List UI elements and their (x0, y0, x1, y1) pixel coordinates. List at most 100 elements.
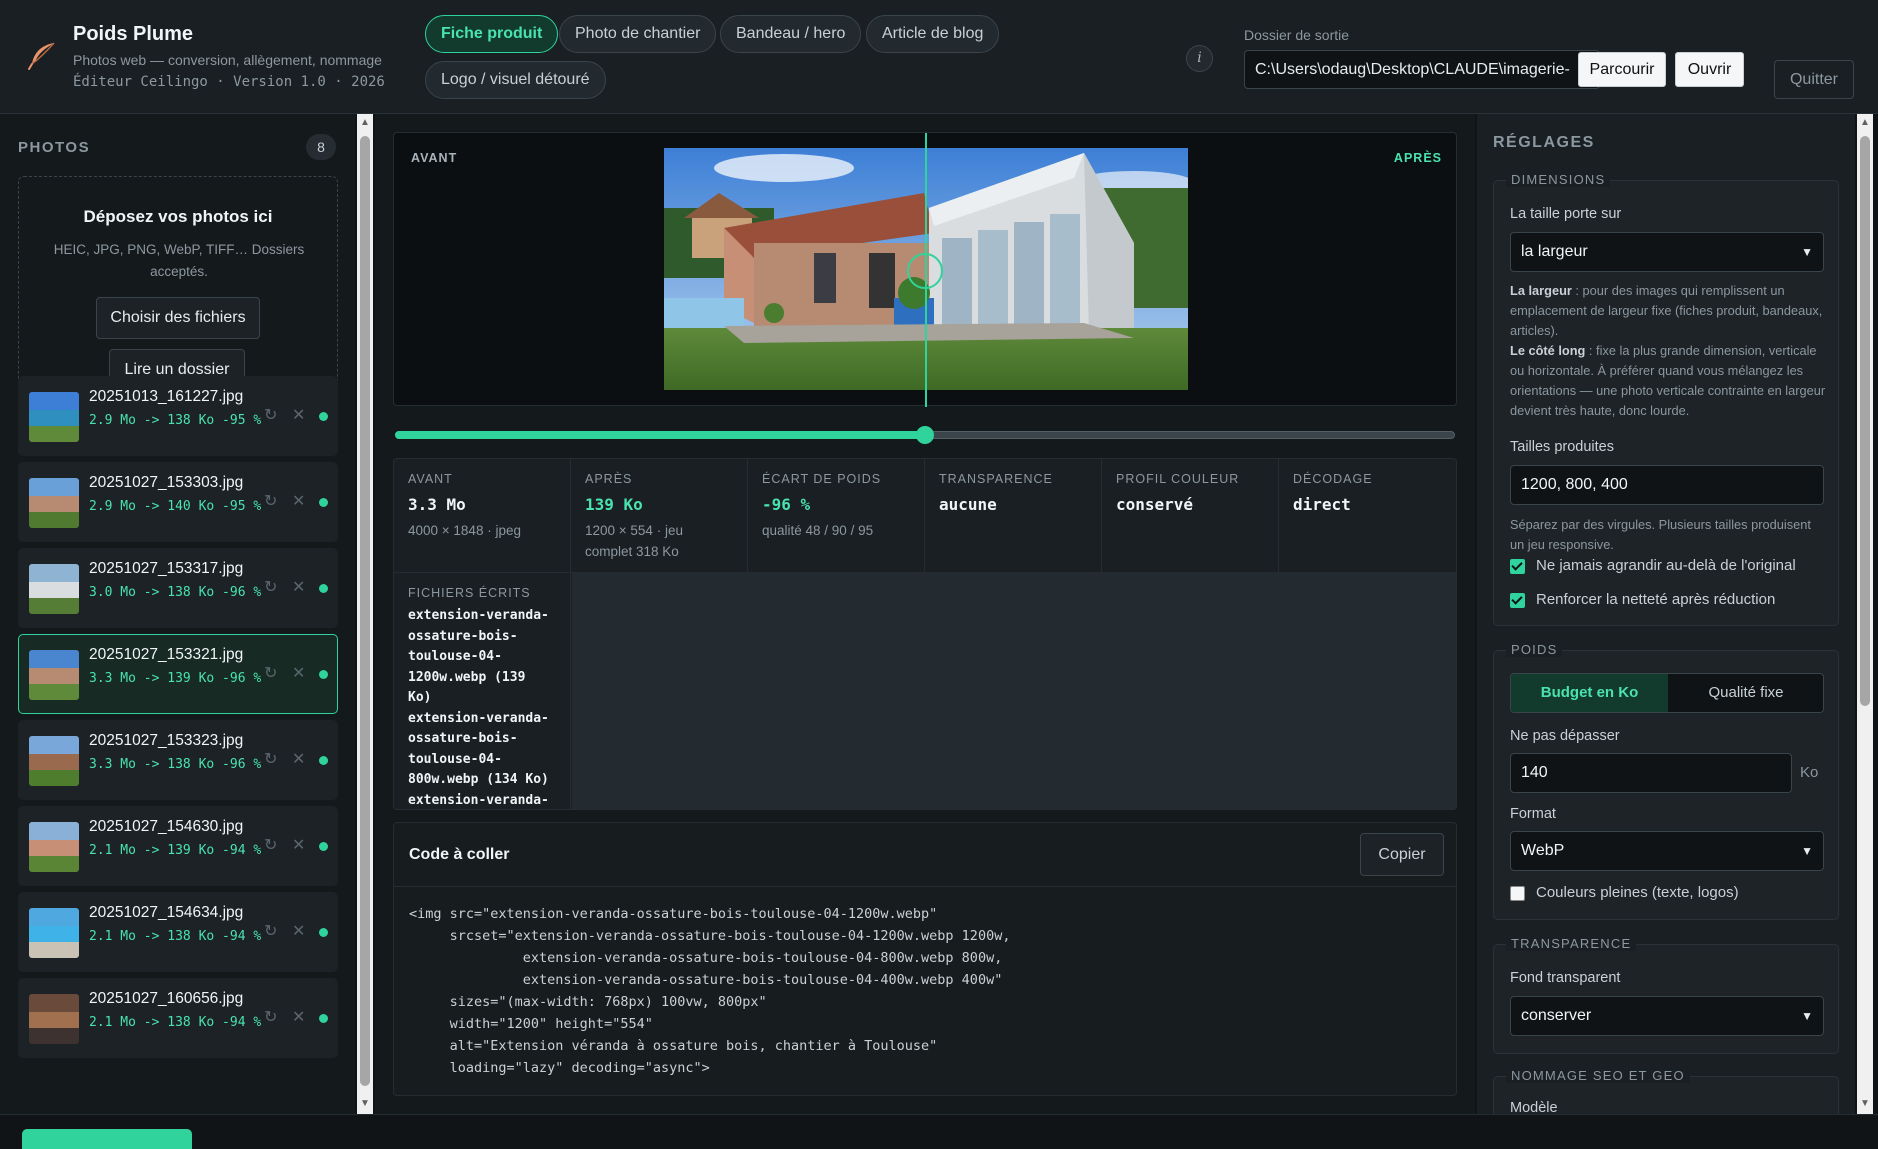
photo-list-item[interactable]: 20251013_161227.jpg 2.9 Mo -> 138 Ko -95 … (18, 376, 338, 456)
reprocess-icon[interactable]: ↻ (264, 835, 277, 855)
stat-decoding: DÉCODAGE direct (1279, 459, 1456, 573)
scroll-up-arrow-icon[interactable]: ▲ (1857, 117, 1873, 128)
stat-after-sub: 1200 × 554 · jeu complet 318 Ko (585, 523, 683, 559)
size-on-select[interactable]: la largeur ▼ (1510, 232, 1824, 272)
dimensions-fieldset: DIMENSIONS La taille porte sur la largeu… (1493, 172, 1839, 626)
quit-button[interactable]: Quitter (1774, 60, 1854, 99)
output-folder-input[interactable]: C:\Users\odaug\Desktop\CLAUDE\imagerie- (1244, 50, 1600, 89)
reprocess-icon[interactable]: ↻ (264, 577, 277, 597)
remove-icon[interactable]: ✕ (292, 405, 305, 425)
photo-thumbnail (29, 736, 79, 786)
mode-tab-logo-detoure[interactable]: Logo / visuel détouré (425, 61, 606, 99)
fixed-quality-mode-button[interactable]: Qualité fixe (1668, 674, 1823, 712)
primary-action-button[interactable] (22, 1129, 192, 1149)
reprocess-icon[interactable]: ↻ (264, 1007, 277, 1027)
sharpen-checkbox[interactable] (1510, 593, 1525, 608)
weight-mode-toggle[interactable]: Budget en Ko Qualité fixe (1510, 673, 1824, 713)
mode-tab-fiche-produit[interactable]: Fiche produit (425, 15, 559, 53)
max-size-input[interactable]: 140 (1510, 753, 1792, 793)
stat-profile-value: conservé (1116, 495, 1194, 514)
help-width-bold: La largeur (1510, 283, 1572, 298)
photo-file-name: 20251027_153317.jpg (89, 560, 244, 577)
scroll-up-arrow-icon[interactable]: ▲ (357, 117, 373, 128)
flat-colors-checkbox[interactable] (1510, 886, 1525, 901)
reprocess-icon[interactable]: ↻ (264, 405, 277, 425)
stat-weight-diff: ÉCART DE POIDS -96 % qualité 48 / 90 / 9… (748, 459, 925, 573)
status-dot-icon (319, 928, 328, 937)
format-value: WebP (1521, 842, 1565, 859)
photos-scrollbar-thumb[interactable] (360, 136, 370, 1086)
remove-icon[interactable]: ✕ (292, 491, 305, 511)
mode-tab-article-blog[interactable]: Article de blog (866, 15, 1000, 53)
sizes-input[interactable]: 1200, 800, 400 (1510, 465, 1824, 505)
photo-file-stats: 2.1 Mo -> 139 Ko -94 % (89, 843, 262, 858)
photo-file-name: 20251027_153303.jpg (89, 474, 244, 491)
status-dot-icon (319, 498, 328, 507)
stat-transparency-label: TRANSPARENCE (939, 472, 1053, 486)
scroll-down-arrow-icon[interactable]: ▼ (357, 1098, 373, 1109)
before-after-compare[interactable]: AVANT APRÈS (393, 132, 1457, 407)
transparent-bg-label: Fond transparent (1510, 970, 1621, 986)
compare-slider-thumb[interactable] (916, 426, 934, 444)
settings-panel: RÉGLAGES DIMENSIONS La taille porte sur … (1477, 114, 1855, 1114)
format-select[interactable]: WebP ▼ (1510, 831, 1824, 871)
info-icon[interactable]: i (1186, 45, 1213, 72)
stat-before-label: AVANT (408, 472, 453, 486)
drop-zone-title: Déposez vos photos ici (83, 207, 273, 226)
photo-thumbnail (29, 822, 79, 872)
photo-list-item[interactable]: 20251027_160656.jpg 2.1 Mo -> 138 Ko -94 … (18, 978, 338, 1058)
status-dot-icon (319, 842, 328, 851)
reprocess-icon[interactable]: ↻ (264, 749, 277, 769)
browse-button[interactable]: Parcourir (1578, 52, 1666, 87)
stat-color-profile: PROFIL COULEUR conservé (1102, 459, 1279, 573)
status-dot-icon (319, 1014, 328, 1023)
sizes-help: Séparez par des virgules. Plusieurs tail… (1510, 517, 1811, 552)
remove-icon[interactable]: ✕ (292, 663, 305, 683)
remove-icon[interactable]: ✕ (292, 577, 305, 597)
settings-title: RÉGLAGES (1493, 134, 1595, 151)
format-label: Format (1510, 806, 1556, 822)
no-upscale-label[interactable]: Ne jamais agrandir au-delà de l'original (1536, 557, 1796, 574)
photos-scrollbar[interactable]: ▲ ▼ (357, 114, 373, 1114)
copy-button[interactable]: Copier (1360, 833, 1444, 876)
naming-legend: NOMMAGE SEO ET GEO (1506, 1068, 1690, 1083)
help-long-bold: Le côté long (1510, 343, 1586, 358)
scroll-down-arrow-icon[interactable]: ▼ (1857, 1098, 1873, 1109)
flat-colors-label[interactable]: Couleurs pleines (texte, logos) (1536, 884, 1739, 901)
settings-scrollbar[interactable]: ▲ ▼ (1857, 114, 1873, 1114)
reprocess-icon[interactable]: ↻ (264, 491, 277, 511)
photo-list-item[interactable]: 20251027_153303.jpg 2.9 Mo -> 140 Ko -95 … (18, 462, 338, 542)
remove-icon[interactable]: ✕ (292, 835, 305, 855)
photo-list-item[interactable]: 20251027_153317.jpg 3.0 Mo -> 138 Ko -96 … (18, 548, 338, 628)
stat-after-value: 139 Ko (585, 495, 643, 514)
compare-split-handle[interactable] (907, 253, 943, 289)
mode-tab-bandeau-hero[interactable]: Bandeau / hero (720, 15, 862, 53)
open-button[interactable]: Ouvrir (1675, 52, 1744, 87)
photos-count-badge: 8 (306, 134, 336, 160)
remove-icon[interactable]: ✕ (292, 921, 305, 941)
sharpen-label[interactable]: Renforcer la netteté après réduction (1536, 591, 1775, 608)
stat-before: AVANT 3.3 Mo 4000 × 1848 · jpeg (394, 459, 571, 573)
photo-list-item[interactable]: 20251027_153321.jpg 3.3 Mo -> 139 Ko -96 … (18, 634, 338, 714)
no-upscale-checkbox[interactable] (1510, 559, 1525, 574)
bottom-bar (0, 1114, 1878, 1149)
choose-files-button[interactable]: Choisir des fichiers (96, 297, 260, 339)
photo-list-item[interactable]: 20251027_153323.jpg 3.3 Mo -> 138 Ko -96 … (18, 720, 338, 800)
photo-list-item[interactable]: 20251027_154634.jpg 2.1 Mo -> 138 Ko -94 … (18, 892, 338, 972)
remove-icon[interactable]: ✕ (292, 1007, 305, 1027)
remove-icon[interactable]: ✕ (292, 749, 305, 769)
mode-tab-photo-chantier[interactable]: Photo de chantier (559, 15, 717, 53)
compare-slider-fill (395, 431, 925, 439)
size-on-value: la largeur (1521, 243, 1588, 260)
reprocess-icon[interactable]: ↻ (264, 921, 277, 941)
photo-list-item[interactable]: 20251027_154630.jpg 2.1 Mo -> 139 Ko -94 … (18, 806, 338, 886)
settings-scrollbar-thumb[interactable] (1860, 136, 1870, 706)
stat-transparency: TRANSPARENCE aucune (925, 459, 1102, 573)
max-size-unit: Ko (1800, 764, 1819, 781)
size-on-help: La largeur : pour des images qui remplis… (1510, 281, 1826, 421)
transparent-bg-select[interactable]: conserver ▼ (1510, 996, 1824, 1036)
budget-mode-button[interactable]: Budget en Ko (1511, 674, 1668, 712)
code-snippet[interactable]: <img src="extension-veranda-ossature-boi… (409, 903, 1010, 1079)
compare-slider[interactable] (395, 422, 1455, 448)
reprocess-icon[interactable]: ↻ (264, 663, 277, 683)
